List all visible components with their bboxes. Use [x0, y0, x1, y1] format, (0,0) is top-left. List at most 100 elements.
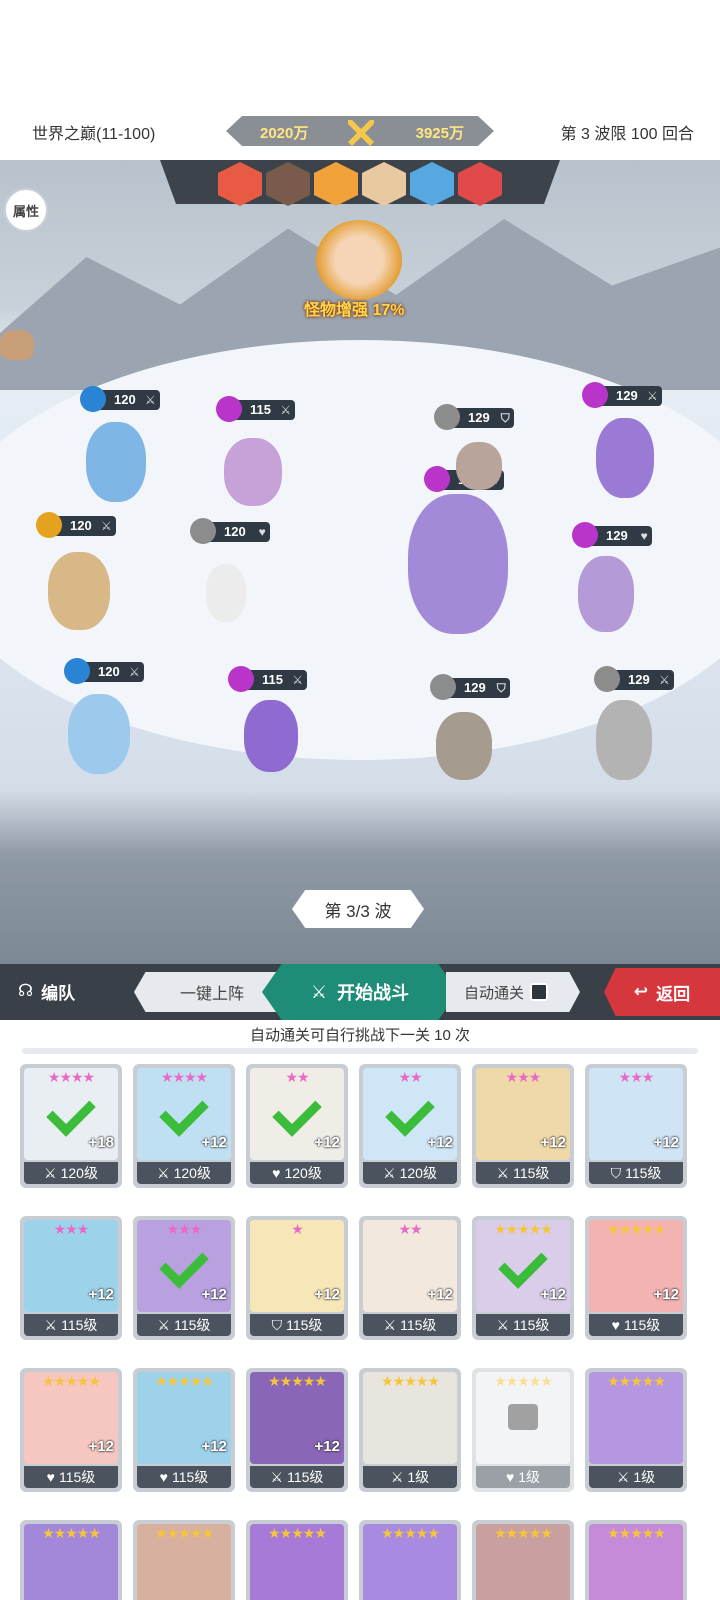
enemy-portrait-icon[interactable] — [314, 162, 358, 206]
battlefield: 属性 怪物增强 17% 120 ⚔ 115 ⚔ 120 ⚔ 120 ♥ 120 ⚔ 115… — [0, 160, 720, 968]
hero-card[interactable]: ★★★★★ ♥ 1级 — [472, 1368, 574, 1492]
unit-level: 115 — [250, 402, 271, 417]
shield-icon: ⛉ — [500, 411, 510, 425]
auto-clear-note: 自动通关可自行挑战下一关 10 次 — [249, 1027, 471, 1044]
sword-icon: ⚔ — [128, 665, 140, 679]
unit-level-tag: 129 ⛉ — [434, 404, 514, 430]
hero-card[interactable]: ★★★★★ — [246, 1520, 348, 1600]
hero-card[interactable]: ★★★★★ +12 ♥ 115级 — [133, 1368, 235, 1492]
hero-level: 1级 — [633, 1469, 656, 1485]
boss-sprite — [408, 494, 508, 634]
hero-card[interactable]: ★★★★★ — [20, 1520, 122, 1600]
monster-buff-text: 怪物增强 17% — [304, 302, 405, 319]
hero-card[interactable]: ★★★★★ +12 ⚔ 115级 — [246, 1368, 348, 1492]
hero-level: 120级 — [399, 1165, 437, 1181]
attribute-button[interactable]: 属性 — [4, 188, 48, 232]
hero-card[interactable]: ★★★★★ ⚔ 1级 — [359, 1368, 461, 1492]
star-rating: ★★★★★ — [381, 1525, 440, 1541]
unit-level: 120 — [70, 518, 92, 533]
star-rating: ★★★★ — [160, 1069, 208, 1085]
enemy-portrait-icon[interactable] — [218, 162, 262, 206]
unit-level: 120 — [224, 524, 246, 539]
heart-icon: ♥ — [640, 529, 648, 543]
star-rating: ★★★★★ — [42, 1525, 101, 1541]
stage-header: 世界之巅(11-100) 2020万 3925万 第 3 波限 100 回合 — [0, 110, 720, 154]
unit-level-tag: 115 ⚔ — [216, 396, 295, 422]
hero-card[interactable]: ★★★ +12 ⚔ 115级 — [133, 1216, 235, 1340]
hero-sprite — [48, 552, 110, 630]
lock-icon — [508, 1404, 538, 1430]
hero-card[interactable]: ★★★★★ +12 ⚔ 115级 — [472, 1216, 574, 1340]
enemy-portrait-icon[interactable] — [410, 162, 454, 206]
auto-clear-checkbox[interactable] — [530, 983, 549, 1001]
hero-card[interactable]: ★★★ +12 ⛉ 115级 — [585, 1064, 687, 1188]
hero-card[interactable]: ★★★★★ — [472, 1520, 574, 1600]
heart-icon: ♥ — [272, 1165, 281, 1181]
heart-icon: ♥ — [159, 1469, 168, 1485]
star-rating: ★★★ — [618, 1069, 655, 1085]
hero-card[interactable]: ★★★★ +18 ⚔ 120级 — [20, 1064, 122, 1188]
hero-level: 120级 — [173, 1165, 211, 1181]
hero-card[interactable]: ★★★★★ +12 ♥ 115级 — [585, 1216, 687, 1340]
hero-sprite — [244, 700, 298, 772]
hero-card[interactable]: ★★ +12 ⚔ 120级 — [359, 1064, 461, 1188]
hero-card[interactable]: ★★★★ +12 ⚔ 120级 — [133, 1064, 235, 1188]
hero-level-bar: ♥ 1级 — [476, 1466, 570, 1488]
sword-icon: ⚔ — [390, 1468, 404, 1485]
sword-icon: ⚔ — [646, 389, 658, 403]
enemy-portrait-icon[interactable] — [362, 162, 406, 206]
unit-level: 115 — [262, 672, 283, 687]
enhance-level: +12 — [653, 1286, 679, 1303]
hero-level: 115级 — [513, 1317, 550, 1333]
back-button[interactable]: ↩ 返回 — [604, 968, 720, 1016]
unit-level: 129 — [468, 410, 490, 425]
hero-sprite — [68, 694, 130, 774]
hero-card[interactable]: ★★ +12 ⚔ 115级 — [359, 1216, 461, 1340]
enemy-portrait-icon[interactable] — [458, 162, 502, 206]
hero-level: 115级 — [171, 1469, 209, 1485]
auto-clear-label: 自动通关 — [464, 984, 525, 1002]
headset-icon: ☊ — [18, 981, 34, 1000]
enemy-power: 3925万 — [415, 125, 464, 142]
hero-card[interactable]: ★ +12 ⛉ 115级 — [246, 1216, 348, 1340]
star-rating: ★★ — [398, 1069, 422, 1085]
back-button-label: 返回 — [656, 984, 691, 1004]
hero-sprite — [86, 422, 146, 502]
hero-card[interactable]: ★★★★★ +12 ♥ 115级 — [20, 1368, 122, 1492]
hero-sprite — [224, 438, 282, 506]
star-rating: ★★★★★ — [607, 1525, 666, 1541]
hero-card[interactable]: ★★★★★ — [359, 1520, 461, 1600]
enhance-level: +12 — [201, 1134, 227, 1151]
enhance-level: +12 — [540, 1286, 566, 1303]
hero-level-bar: ⚔ 120级 — [24, 1162, 118, 1184]
team-button[interactable]: ☊ 编队 — [0, 968, 118, 1014]
sword-icon: ⚔ — [144, 393, 156, 407]
hero-card[interactable]: ★★★★★ — [585, 1520, 687, 1600]
moon-icon — [424, 466, 450, 492]
wave-round-limit: 第 3 波限 100 回合 — [560, 126, 694, 143]
sword-icon: ⚔ — [658, 673, 670, 687]
team-power: 2020万 — [260, 125, 309, 142]
wind-icon — [36, 512, 62, 538]
hero-card[interactable]: ★★★ +12 ⚔ 115级 — [472, 1064, 574, 1188]
one-click-deploy-button[interactable]: 一键上阵 — [134, 972, 278, 1012]
shield-icon: ⛉ — [271, 1316, 283, 1333]
hero-card[interactable]: ★★★★★ ⚔ 1级 — [585, 1368, 687, 1492]
auto-clear-toggle[interactable]: 自动通关 — [446, 972, 580, 1012]
sun-icon — [434, 404, 460, 430]
hero-card[interactable]: ★★ +12 ♥ 120级 — [246, 1064, 348, 1188]
hero-level-bar: ⚔ 120级 — [137, 1162, 231, 1184]
hero-card[interactable]: ★★★★★ — [133, 1520, 235, 1600]
enhance-level: +12 — [314, 1286, 340, 1303]
enemy-portrait-icon[interactable] — [266, 162, 310, 206]
star-rating: ★★★★★ — [381, 1373, 440, 1389]
water-icon — [64, 658, 90, 684]
hero-level: 115级 — [400, 1317, 437, 1333]
unit-level-tag: 120 ⚔ — [36, 512, 116, 538]
start-battle-button[interactable]: ⚔ 开始战斗 — [262, 964, 458, 1020]
unit-level: 129 — [628, 672, 650, 687]
hero-card[interactable]: ★★★ +12 ⚔ 115级 — [20, 1216, 122, 1340]
stage-name: 世界之巅(11-100) — [32, 126, 156, 143]
hero-level-bar: ♥ 120级 — [250, 1162, 344, 1184]
star-rating: ★★★ — [166, 1221, 203, 1237]
